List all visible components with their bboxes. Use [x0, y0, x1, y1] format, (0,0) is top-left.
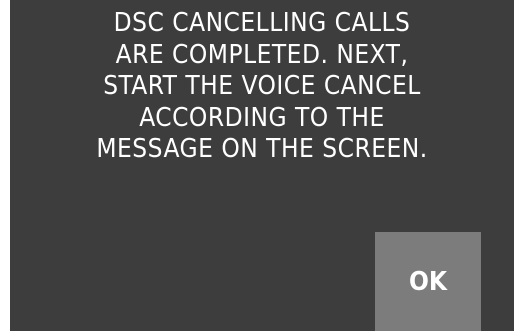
message-line-1: DSC CANCELLING CALLS	[113, 8, 411, 38]
message-line-4: ACCORDING TO THE	[139, 102, 385, 133]
message-line-2: ARE COMPLETED. NEXT,	[115, 39, 409, 70]
message-line-5: MESSAGE ON THE SCREEN.	[96, 134, 428, 164]
dialog-screen: DSC CANCELLING CALLS ARE COMPLETED. NEXT…	[10, 0, 514, 331]
ok-button[interactable]: OK	[375, 232, 481, 331]
message-line-3: START THE VOICE CANCEL	[103, 71, 421, 101]
dialog-message: DSC CANCELLING CALLS ARE COMPLETED. NEXT…	[10, 8, 514, 166]
